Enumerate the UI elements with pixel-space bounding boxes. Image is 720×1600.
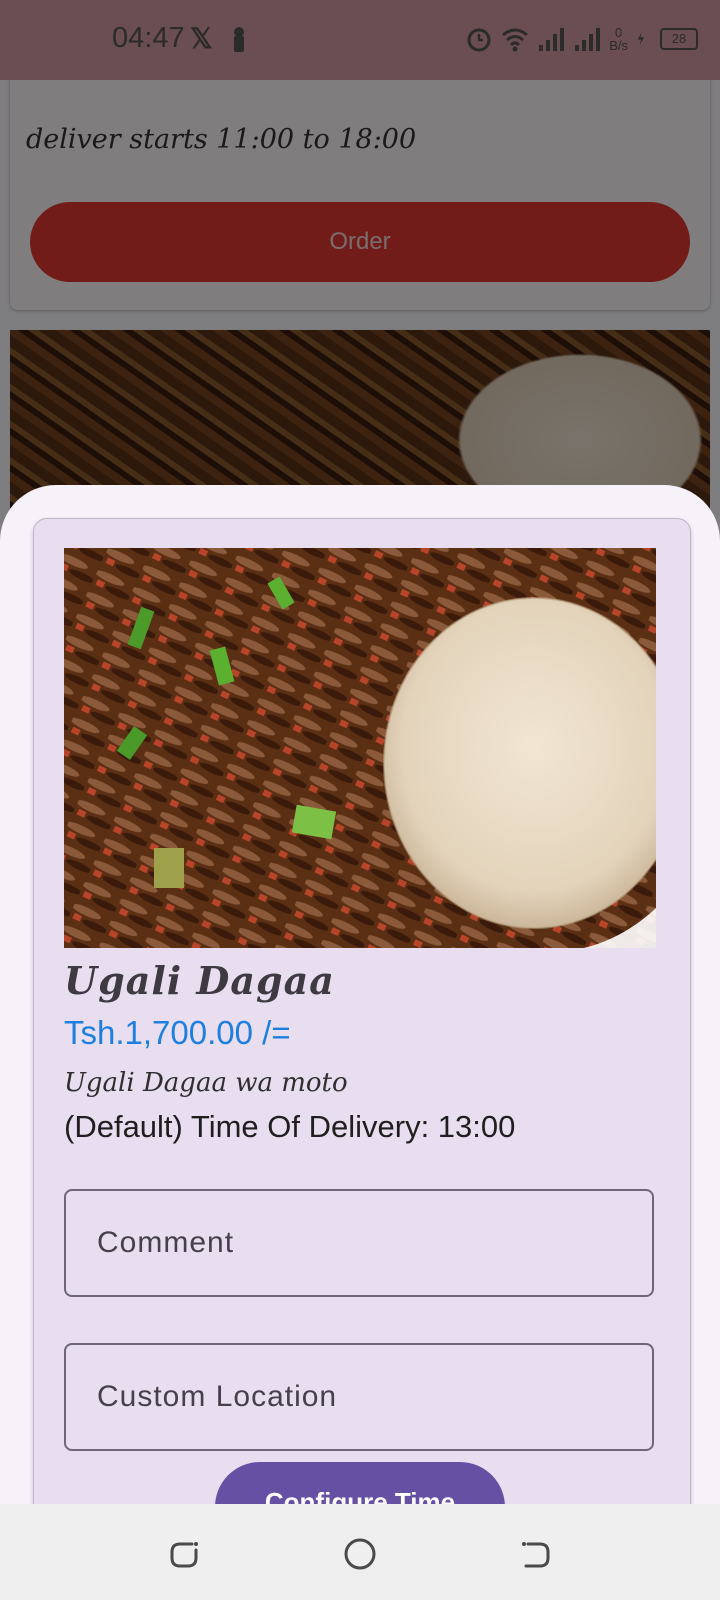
status-bar: 04:47 𝕏 0 B/s 28 — [0, 0, 720, 80]
comment-field[interactable] — [64, 1189, 654, 1297]
battery-indicator: 28 — [660, 28, 698, 50]
signal-1-icon — [539, 28, 565, 51]
charging-icon — [637, 32, 644, 46]
comment-input[interactable] — [66, 1191, 652, 1295]
custom-location-input[interactable] — [66, 1345, 652, 1449]
product-title: Ugali Dagaa — [64, 958, 335, 1003]
default-delivery-time: (Default) Time Of Delivery: 13:00 — [64, 1109, 516, 1144]
custom-location-field[interactable] — [64, 1343, 654, 1451]
recents-icon[interactable] — [166, 1536, 202, 1572]
product-price: Tsh.1,700.00 /= — [64, 1014, 291, 1051]
back-icon[interactable] — [518, 1536, 554, 1572]
home-icon[interactable] — [342, 1536, 378, 1572]
notification-icon — [234, 27, 244, 52]
wifi-icon — [502, 28, 529, 52]
navigation-bar — [0, 1504, 720, 1600]
x-app-icon: 𝕏 — [190, 23, 213, 54]
signal-2-icon — [575, 28, 601, 51]
product-description: Ugali Dagaa wa moto — [64, 1068, 348, 1098]
network-speed: 0 B/s — [609, 26, 628, 52]
net-speed-unit: B/s — [609, 38, 628, 53]
food-image — [64, 548, 656, 948]
status-time: 04:47 — [112, 22, 185, 54]
alarm-icon — [467, 28, 491, 52]
